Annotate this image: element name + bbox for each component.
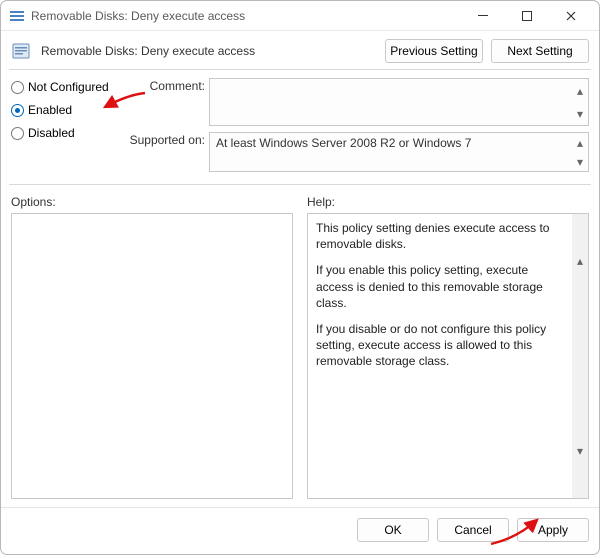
help-text-line: If you enable this policy setting, execu…: [316, 262, 568, 311]
content: Removable Disks: Deny execute access Pre…: [1, 31, 599, 554]
scroll-down-icon: ▾: [572, 152, 588, 171]
radio-disabled[interactable]: Disabled: [11, 126, 117, 140]
close-button[interactable]: [549, 2, 593, 30]
radio-icon: [11, 81, 24, 94]
comment-textarea[interactable]: ▴ ▾: [209, 78, 589, 126]
supported-label: Supported on:: [129, 132, 205, 147]
help-label: Help:: [307, 195, 589, 209]
scroll-track: [572, 309, 588, 404]
options-panel[interactable]: [11, 213, 293, 499]
apply-button[interactable]: Apply: [517, 518, 589, 542]
radio-label: Not Configured: [28, 80, 109, 94]
window-title: Removable Disks: Deny execute access: [31, 9, 461, 23]
previous-setting-button[interactable]: Previous Setting: [385, 39, 483, 63]
scroll-down-icon: ▾: [572, 102, 588, 125]
scroll-up-icon: ▴: [572, 133, 588, 152]
policy-name: Removable Disks: Deny execute access: [41, 44, 377, 58]
help-text-line: This policy setting denies execute acces…: [316, 220, 568, 252]
cancel-button[interactable]: Cancel: [437, 518, 509, 542]
help-panel[interactable]: This policy setting denies execute acces…: [307, 213, 589, 499]
dialog-window: Removable Disks: Deny execute access: [0, 0, 600, 555]
maximize-button[interactable]: [505, 2, 549, 30]
panels-row: Options: Help: This policy setting denie…: [1, 185, 599, 499]
radio-icon: [11, 127, 24, 140]
scroll-up-icon: ▴: [572, 79, 588, 102]
comment-label: Comment:: [129, 78, 205, 93]
header-row: Removable Disks: Deny execute access Pre…: [1, 31, 599, 69]
help-scrollbar[interactable]: ▴ ▾: [572, 214, 588, 498]
scroll-down-icon: ▾: [572, 403, 588, 498]
window-controls: [461, 2, 593, 30]
options-column: Options:: [11, 195, 293, 499]
supported-scrollbar[interactable]: ▴ ▾: [572, 133, 588, 171]
help-text-line: If you disable or do not configure this …: [316, 321, 568, 370]
supported-on-box: At least Windows Server 2008 R2 or Windo…: [209, 132, 589, 172]
minimize-button[interactable]: [461, 2, 505, 30]
radio-icon: [11, 104, 24, 117]
config-fields: Comment: ▴ ▾ Supported on: At least Wind…: [129, 78, 589, 178]
state-radio-group: Not Configured Enabled Disabled: [11, 78, 117, 178]
supported-value: At least Windows Server 2008 R2 or Windo…: [216, 136, 471, 150]
help-column: Help: This policy setting denies execute…: [307, 195, 589, 499]
ok-button[interactable]: OK: [357, 518, 429, 542]
comment-scrollbar[interactable]: ▴ ▾: [572, 79, 588, 125]
next-setting-button[interactable]: Next Setting: [491, 39, 589, 63]
scroll-up-icon: ▴: [572, 214, 588, 309]
radio-label: Enabled: [28, 103, 72, 117]
footer: OK Cancel Apply: [1, 507, 599, 554]
policy-icon: [9, 39, 33, 63]
radio-enabled[interactable]: Enabled: [11, 103, 117, 117]
radio-not-configured[interactable]: Not Configured: [11, 80, 117, 94]
options-label: Options:: [11, 195, 293, 209]
policy-title-icon: [9, 8, 25, 24]
radio-label: Disabled: [28, 126, 75, 140]
titlebar: Removable Disks: Deny execute access: [1, 1, 599, 31]
config-area: Not Configured Enabled Disabled Comment:: [1, 70, 599, 178]
